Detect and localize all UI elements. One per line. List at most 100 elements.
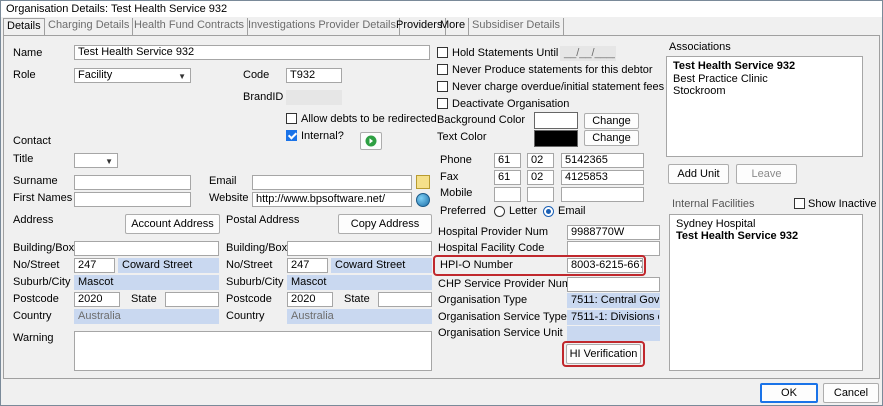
bg-color-swatch [534, 112, 578, 129]
ok-button[interactable]: OK [760, 383, 818, 403]
chevron-down-icon: ▼ [105, 157, 113, 166]
code-label: Code [243, 69, 270, 81]
country-input[interactable]: Australia [74, 309, 219, 324]
hold-statements-checkbox[interactable] [437, 47, 448, 58]
tab-investigations-provider-details[interactable]: Investigations Provider Details [245, 18, 400, 35]
phone-number-input[interactable]: 5142365 [561, 153, 644, 168]
brandid-input[interactable] [286, 90, 342, 105]
tab-details[interactable]: Details [3, 18, 45, 35]
building-input[interactable] [74, 241, 219, 256]
internal-facilities-list[interactable]: Sydney Hospital Test Health Service 932 [669, 214, 863, 371]
fax-area-input[interactable]: 02 [527, 170, 554, 185]
address-label: Address [13, 214, 54, 226]
phone-label: Phone [440, 154, 472, 166]
tab-more[interactable]: More [437, 18, 470, 35]
first-names-label: First Names [13, 192, 73, 204]
email-input[interactable] [252, 175, 412, 190]
allow-debts-checkbox[interactable] [286, 113, 297, 124]
facility-item[interactable]: Sydney Hospital [676, 218, 756, 230]
leave-button[interactable]: Leave [736, 164, 797, 184]
postal-street-number-input[interactable]: 247 [287, 258, 328, 273]
role-value: Facility [78, 69, 113, 81]
window-title: Organisation Details: Test Health Servic… [6, 3, 228, 15]
change-bg-color-button[interactable]: Change [584, 113, 639, 129]
mobile-area-input[interactable] [527, 187, 554, 202]
postal-street-name-input[interactable]: Coward Street [331, 258, 432, 273]
never-produce-checkbox[interactable] [437, 64, 448, 75]
postcode-input[interactable]: 2020 [74, 292, 120, 307]
email-radio-label: Email [558, 205, 586, 217]
hosp-provider-input[interactable]: 9988770W [567, 225, 660, 240]
tab-subsidiser-details[interactable]: Subsidiser Details [469, 18, 565, 35]
postal-building-label: Building/Box [226, 242, 288, 254]
cancel-button[interactable]: Cancel [823, 383, 879, 403]
facility-item[interactable]: Test Health Service 932 [676, 230, 798, 242]
add-unit-button[interactable]: Add Unit [668, 164, 729, 184]
fax-label: Fax [440, 171, 459, 183]
associations-list[interactable]: Test Health Service 932 Best Practice Cl… [666, 56, 863, 157]
associations-label: Associations [669, 41, 731, 53]
association-item[interactable]: Stockroom [673, 85, 726, 97]
go-button[interactable] [360, 132, 382, 150]
suburb-input[interactable]: Mascot [74, 275, 219, 290]
postal-state-input[interactable] [378, 292, 432, 307]
name-label: Name [13, 47, 43, 59]
email-radio[interactable] [543, 206, 554, 217]
globe-icon[interactable] [416, 193, 430, 207]
state-input[interactable] [165, 292, 219, 307]
hi-verification-button[interactable]: HI Verification [566, 344, 641, 364]
chp-input[interactable] [567, 277, 660, 292]
text-color-label: Text Color [437, 131, 487, 143]
postal-address-label: Postal Address [226, 214, 300, 226]
letter-label: Letter [509, 205, 538, 217]
deactivate-checkbox[interactable] [437, 98, 448, 109]
postal-country-input[interactable]: Australia [287, 309, 432, 324]
mobile-number-input[interactable] [561, 187, 644, 202]
building-label: Building/Box [13, 242, 75, 254]
fax-country-input[interactable]: 61 [494, 170, 521, 185]
change-text-color-button[interactable]: Change [584, 130, 639, 146]
org-service-unit-label: Organisation Service Unit [438, 327, 563, 339]
phone-country-input[interactable]: 61 [494, 153, 521, 168]
show-inactive-checkbox[interactable] [794, 198, 805, 209]
postal-suburb-input[interactable]: Mascot [287, 275, 432, 290]
mobile-country-input[interactable] [494, 187, 521, 202]
go-icon [365, 135, 377, 147]
warning-textarea[interactable] [74, 331, 432, 371]
first-names-input[interactable] [74, 192, 191, 207]
name-input[interactable]: Test Health Service 932 [74, 45, 430, 60]
email-label: Email [209, 175, 237, 187]
org-service-type-input[interactable]: 7511-1: Divisions of Genera [567, 310, 660, 325]
fax-number-input[interactable]: 4125853 [561, 170, 644, 185]
tab-health-fund-contracts[interactable]: Health Fund Contracts [131, 18, 249, 35]
title-select[interactable]: ▼ [74, 153, 118, 168]
postal-nostreet-label: No/Street [226, 259, 273, 271]
postal-postcode-input[interactable]: 2020 [287, 292, 333, 307]
copy-address-button[interactable]: Copy Address [338, 214, 432, 234]
postal-building-input[interactable] [287, 241, 432, 256]
letter-radio[interactable] [494, 206, 505, 217]
street-name-input[interactable]: Coward Street [118, 258, 219, 273]
hold-date-input[interactable]: __/__/____ [560, 46, 616, 61]
org-service-unit-input[interactable] [567, 326, 660, 341]
never-charge-checkbox[interactable] [437, 81, 448, 92]
hpio-input[interactable]: 8003-6215-6670-1234 [567, 258, 643, 273]
surname-input[interactable] [74, 175, 191, 190]
role-select[interactable]: Facility ▼ [74, 68, 191, 83]
association-item[interactable]: Best Practice Clinic [673, 73, 768, 85]
hosp-provider-label: Hospital Provider Num [438, 226, 549, 238]
envelope-icon[interactable] [416, 175, 430, 189]
hosp-facility-input[interactable] [567, 241, 660, 256]
website-input[interactable]: http://www.bpsoftware.net/ [252, 192, 412, 207]
org-type-input[interactable]: 7511: Central Government H [567, 293, 660, 308]
association-item[interactable]: Test Health Service 932 [673, 60, 795, 72]
phone-area-input[interactable]: 02 [527, 153, 554, 168]
internal-facilities-label: Internal Facilities [672, 198, 755, 210]
internal-checkbox[interactable] [286, 130, 297, 141]
tab-charging-details[interactable]: Charging Details [45, 18, 134, 35]
surname-label: Surname [13, 175, 58, 187]
account-address-button[interactable]: Account Address [125, 214, 220, 234]
details-panel: Name Test Health Service 932 Role Facili… [3, 35, 880, 379]
street-number-input[interactable]: 247 [74, 258, 115, 273]
code-input[interactable]: T932 [286, 68, 342, 83]
